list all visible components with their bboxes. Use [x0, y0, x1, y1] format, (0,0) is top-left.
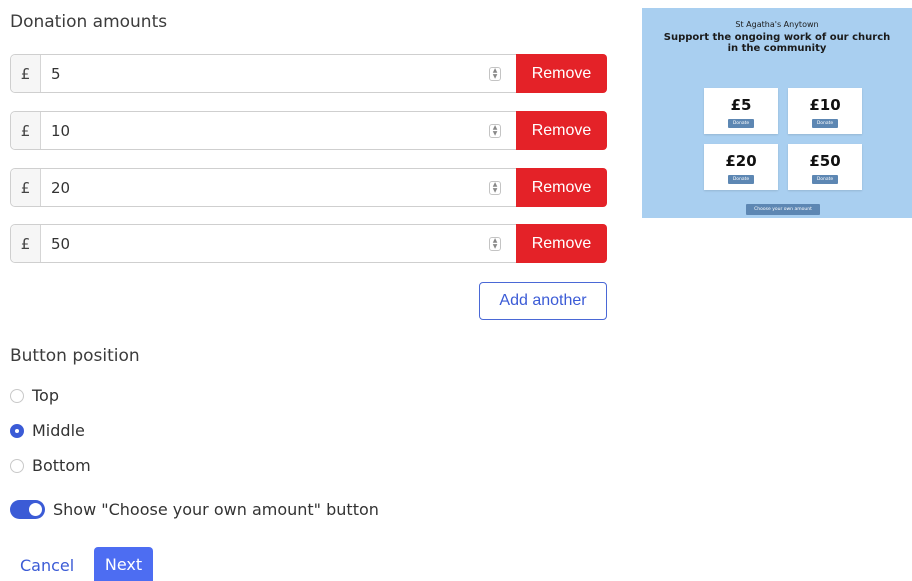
amount-input-group: £ 20 ▲ ▼	[10, 168, 516, 207]
add-another-button[interactable]: Add another	[479, 282, 607, 320]
radio-button[interactable]	[10, 388, 24, 403]
widget-preview: St Agatha's Anytown Support the ongoing …	[642, 8, 912, 218]
preview-donate-button: Donate	[812, 119, 838, 128]
toggle-label: Show "Choose your own amount" button	[53, 500, 379, 519]
preview-amount: £10	[809, 96, 841, 114]
amount-row: £ 20 ▲ ▼ Remove	[10, 168, 607, 207]
preview-choose-own-amount-button: Choose your own amount	[746, 204, 820, 215]
preview-donate-button: Donate	[812, 175, 838, 184]
amount-row: £ 5 ▲ ▼ Remove	[10, 54, 607, 93]
currency-symbol: £	[11, 55, 41, 92]
amount-input[interactable]: 5	[41, 65, 489, 83]
amount-row: £ 10 ▲ ▼ Remove	[10, 111, 607, 150]
amount-input[interactable]: 20	[41, 179, 489, 197]
preview-org-name: St Agatha's Anytown	[735, 20, 819, 29]
preview-amount: £20	[725, 152, 757, 170]
cancel-link[interactable]: Cancel	[20, 556, 74, 575]
button-position-title: Button position	[10, 346, 140, 366]
amount-row: £ 50 ▲ ▼ Remove	[10, 224, 607, 263]
number-spinner-icon[interactable]: ▲ ▼	[489, 66, 501, 81]
amount-input-group: £ 5 ▲ ▼	[10, 54, 516, 93]
preview-donation-card: £20 Donate	[704, 144, 778, 190]
amount-input[interactable]: 50	[41, 235, 489, 253]
next-button[interactable]: Next	[94, 547, 153, 581]
currency-symbol: £	[11, 225, 41, 262]
amount-input[interactable]: 10	[41, 122, 489, 140]
radio-option-bottom[interactable]: Bottom	[10, 456, 91, 475]
preview-donate-button: Donate	[728, 175, 754, 184]
radio-button-selected[interactable]	[10, 423, 24, 438]
preview-donation-card: £5 Donate	[704, 88, 778, 134]
preview-amount: £50	[809, 152, 841, 170]
choose-own-amount-toggle-row[interactable]: Show "Choose your own amount" button	[10, 500, 379, 519]
currency-symbol: £	[11, 169, 41, 206]
number-spinner-icon[interactable]: ▲ ▼	[489, 236, 501, 251]
radio-option-middle[interactable]: Middle	[10, 421, 85, 440]
radio-option-top[interactable]: Top	[10, 386, 59, 405]
amount-input-group: £ 50 ▲ ▼	[10, 224, 516, 263]
preview-donate-button: Donate	[728, 119, 754, 128]
toggle-switch[interactable]	[10, 500, 45, 519]
donation-amounts-title: Donation amounts	[10, 12, 168, 32]
preview-donation-card: £50 Donate	[788, 144, 862, 190]
radio-button[interactable]	[10, 458, 24, 473]
remove-button[interactable]: Remove	[516, 111, 607, 150]
remove-button[interactable]: Remove	[516, 54, 607, 93]
currency-symbol: £	[11, 112, 41, 149]
radio-label: Bottom	[32, 456, 91, 475]
remove-button[interactable]: Remove	[516, 224, 607, 263]
preview-donation-card: £10 Donate	[788, 88, 862, 134]
radio-label: Top	[32, 386, 59, 405]
preview-headline: Support the ongoing work of our church i…	[663, 32, 891, 54]
number-spinner-icon[interactable]: ▲ ▼	[489, 123, 501, 138]
amount-input-group: £ 10 ▲ ▼	[10, 111, 516, 150]
preview-amount: £5	[730, 96, 752, 114]
number-spinner-icon[interactable]: ▲ ▼	[489, 180, 501, 195]
radio-label: Middle	[32, 421, 85, 440]
remove-button[interactable]: Remove	[516, 168, 607, 207]
